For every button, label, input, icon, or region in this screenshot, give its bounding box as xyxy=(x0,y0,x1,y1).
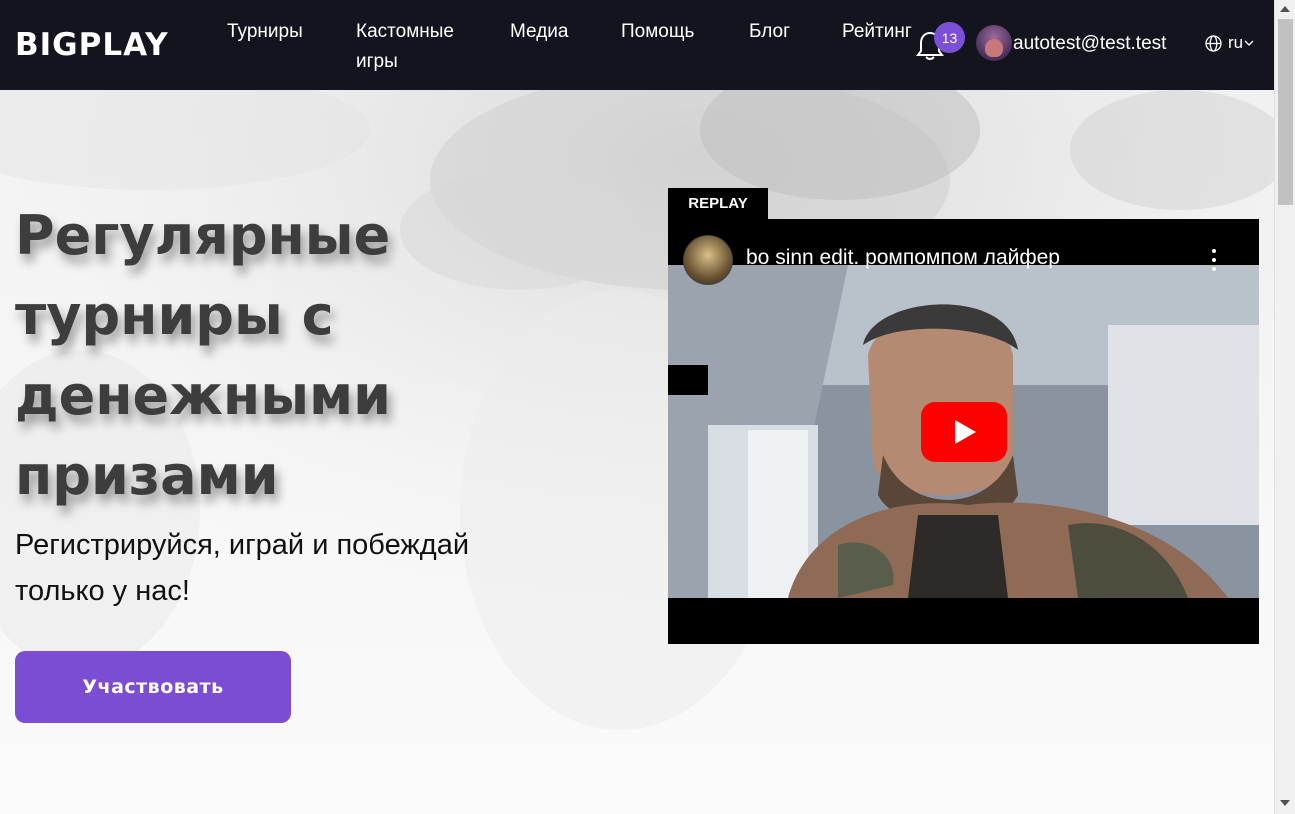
hero-section: Регулярные турниры с денежными призами Р… xyxy=(0,90,1274,814)
nav-blog[interactable]: Блог xyxy=(749,17,790,47)
nav-help[interactable]: Помощь xyxy=(621,17,694,47)
youtube-video-player[interactable]: bo sinn edit. ромпомпом лайфер xyxy=(668,219,1259,644)
participate-button[interactable]: Участвовать xyxy=(15,651,291,723)
bigplay-logo[interactable]: BIGPLAY xyxy=(15,27,169,63)
top-navbar: BIGPLAY Турниры Кастомные игры Медиа Пом… xyxy=(0,0,1274,90)
user-avatar[interactable] xyxy=(976,25,1012,61)
user-email[interactable]: autotest@test.test xyxy=(1013,30,1166,58)
replay-tab[interactable]: REPLAY xyxy=(668,188,768,219)
nav-rating[interactable]: Рейтинг xyxy=(842,17,912,47)
globe-icon xyxy=(1205,34,1222,52)
scroll-thumb[interactable] xyxy=(1278,19,1293,205)
language-selector[interactable]: ru xyxy=(1205,33,1254,53)
hero-subtitle: Регистрируйся, играй и побеждай только у… xyxy=(15,529,470,607)
scroll-up-arrow-icon[interactable] xyxy=(1280,6,1290,12)
nav-custom-games[interactable]: Кастомные игры xyxy=(356,17,476,77)
language-code: ru xyxy=(1228,33,1244,52)
youtube-play-icon[interactable] xyxy=(921,402,1007,462)
notifications-count-badge[interactable]: 13 xyxy=(934,22,965,53)
more-options-icon[interactable] xyxy=(1210,249,1218,271)
channel-avatar[interactable] xyxy=(683,235,733,285)
hero-title: Регулярные турниры с денежными призами xyxy=(15,204,392,507)
chevron-down-icon xyxy=(1244,40,1254,46)
nav-tournaments[interactable]: Турниры xyxy=(227,17,303,47)
nav-media[interactable]: Медиа xyxy=(510,17,568,47)
video-title[interactable]: bo sinn edit. ромпомпом лайфер xyxy=(746,245,1060,271)
page-scrollbar[interactable] xyxy=(1274,0,1295,814)
scroll-down-arrow-icon[interactable] xyxy=(1280,800,1290,806)
